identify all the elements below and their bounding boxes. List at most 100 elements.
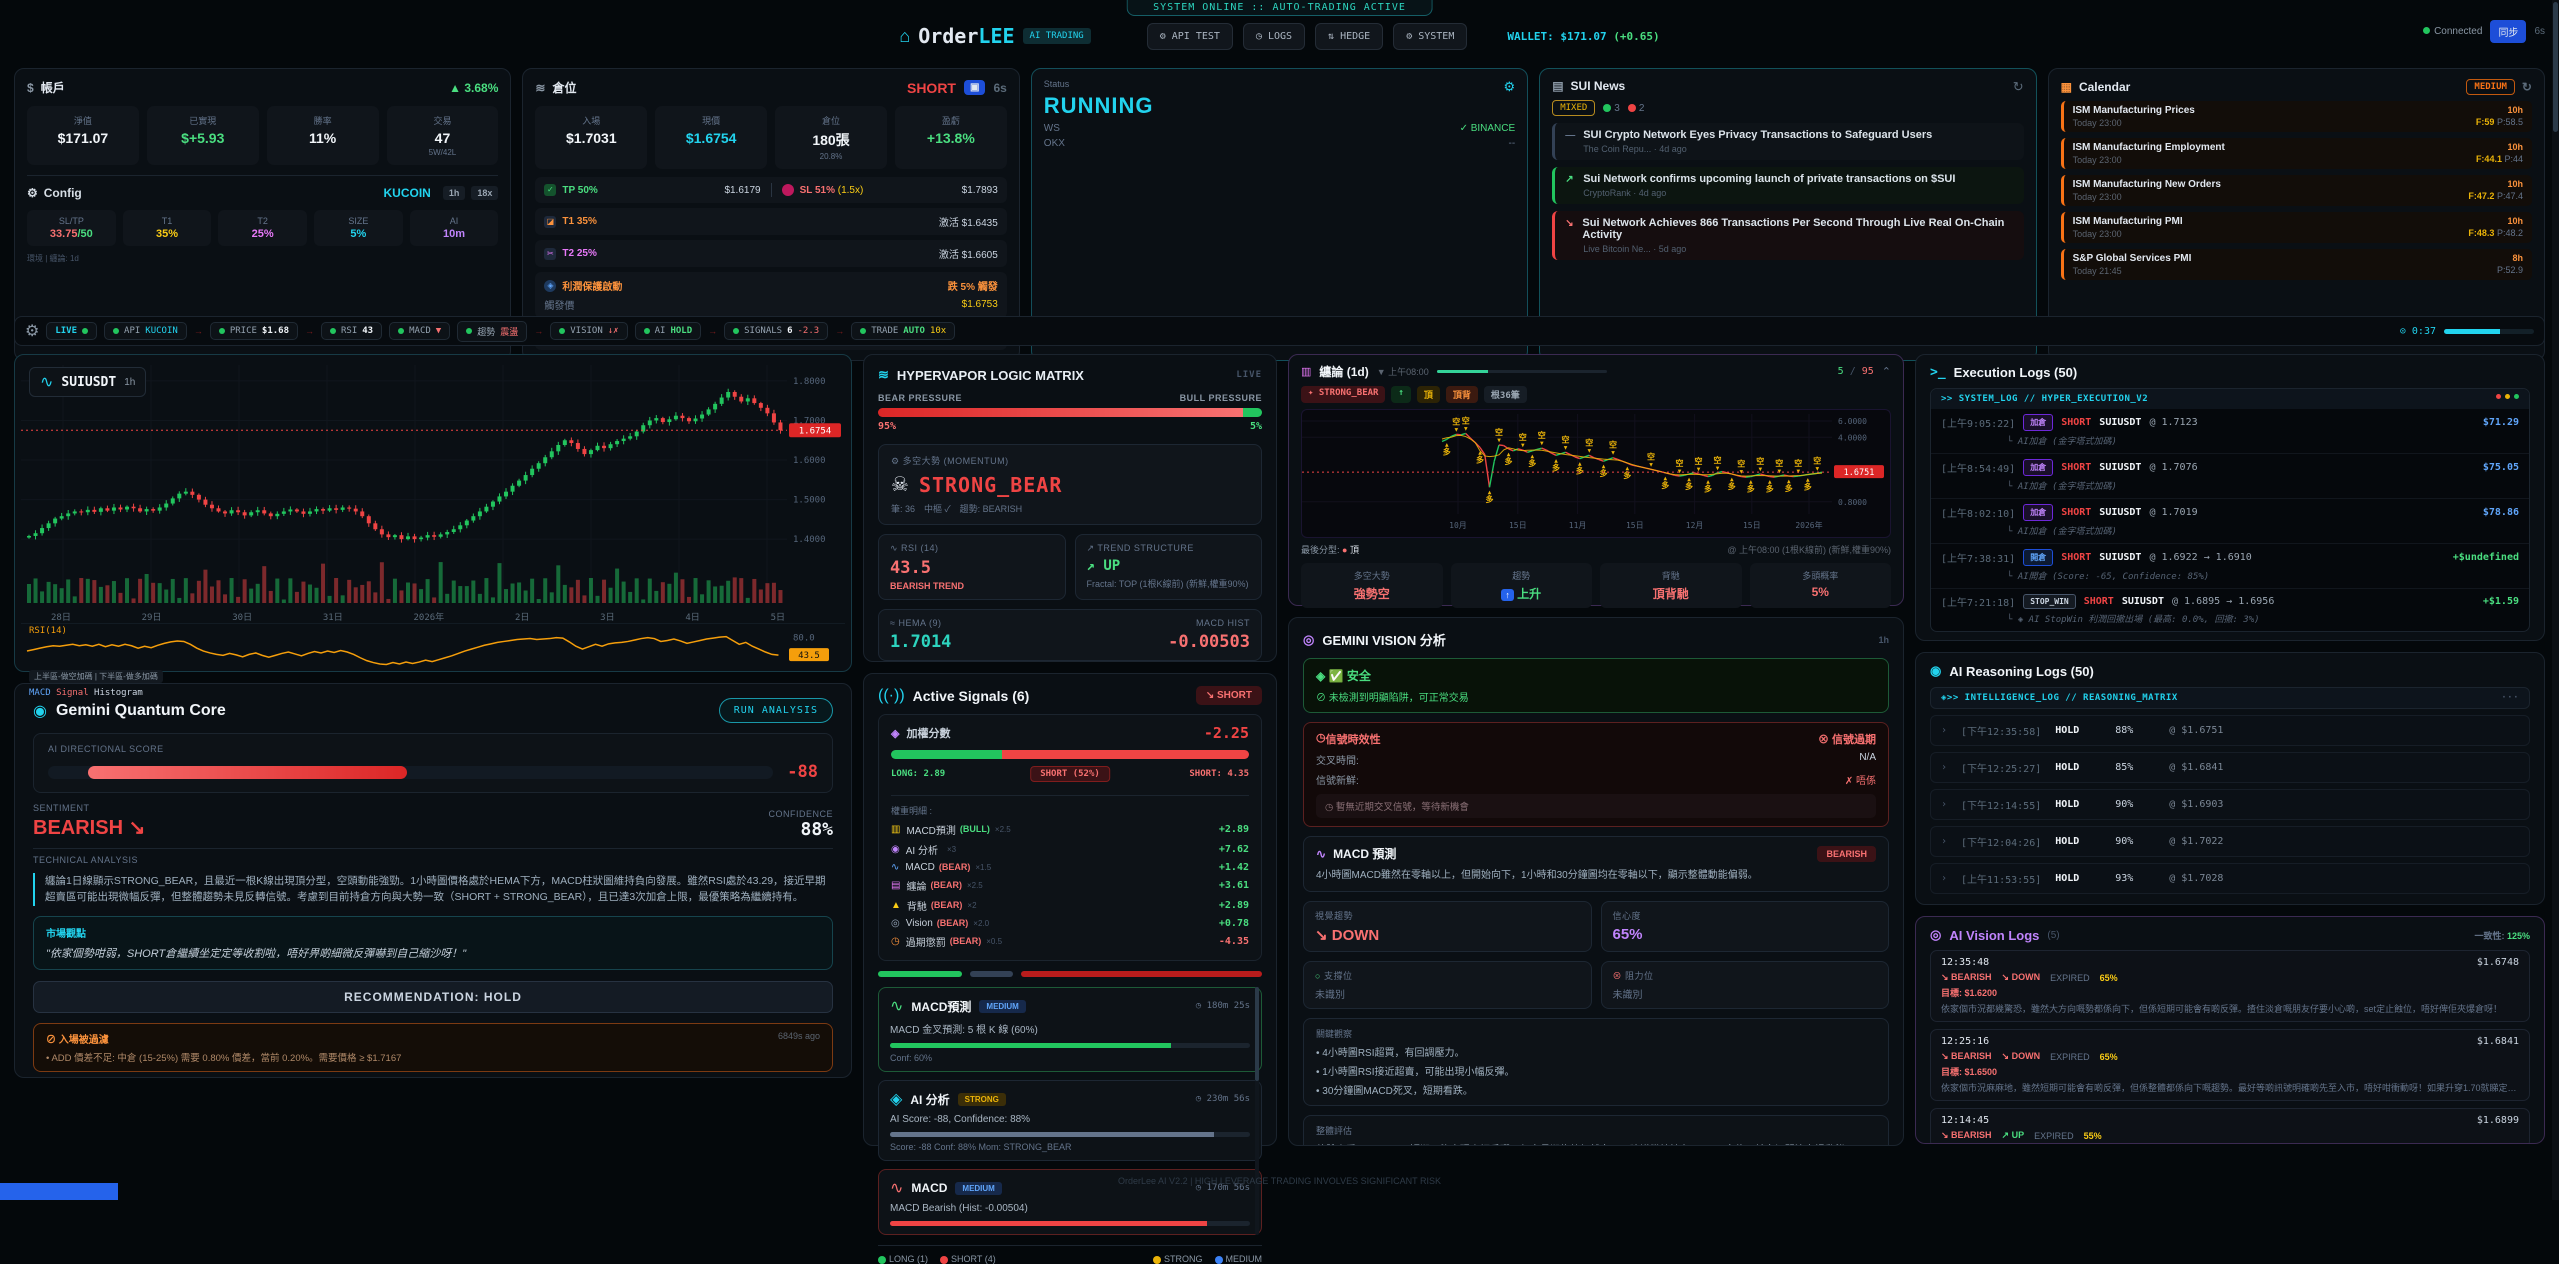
api-chip[interactable]: APIKUCOIN (104, 322, 187, 340)
macd-prediction-box: ∿MACD 預測BEARISH 4小時圖MACD雖然在零軸以上，但開始向下，1小… (1303, 836, 1889, 892)
calendar-event[interactable]: ISM Manufacturing EmploymentToday 23:00 … (2061, 138, 2532, 169)
consistency-stat: 一致性: 125% (2474, 929, 2530, 942)
taskbar-fragment[interactable] (0, 1183, 118, 1200)
svg-text:12月: 12月 (1686, 521, 1704, 530)
execution-log-row[interactable]: [上午8:54:49]加倉SHORTSUIUSDT@ 1.7076$75.05 … (1931, 454, 2529, 499)
system-button[interactable]: ⚙SYSTEM (1393, 23, 1467, 50)
svg-text:▼: ▼ (1777, 468, 1781, 475)
status-gear-icon[interactable]: ⚙ (1504, 79, 1516, 95)
timeframe-badge[interactable]: 1h (443, 186, 466, 200)
t2-config: T225% (218, 210, 307, 246)
tp-sl-row: ✓TP 50%$1.6179 SL 51% (1.5x)$1.7893 (535, 177, 1006, 203)
trade-chip[interactable]: TRADEAUTO10x (851, 322, 955, 340)
chan-chart[interactable]: 10月15日11月15日12月15日2026年6.00004.00000.800… (1302, 410, 1890, 532)
signal-card[interactable]: ∿MACD預測MEDIUM◷ 180m 25s MACD 金叉預測: 5 根 K… (878, 987, 1262, 1072)
reasoning-log-row[interactable]: ›[下午12:25:27]HOLD85%@ $1.6841 (1930, 752, 2530, 783)
svg-text:▲: ▲ (1749, 479, 1753, 486)
news-refresh-icon[interactable]: ↻ (2013, 79, 2024, 95)
support-icon: ○ (1315, 971, 1324, 981)
chan-progress-bar (1437, 370, 1607, 373)
svg-text:空: 空 (1737, 459, 1745, 469)
green-dot-icon (1603, 104, 1611, 112)
signals-scrollbar[interactable] (1255, 987, 1259, 1235)
weight-row: ▲背馳(BEAR)×2+2.89 (891, 895, 1249, 915)
app-logo: ⌂ OrderLEE AI TRADING (899, 24, 1090, 48)
momentum-sub: 筆: 36 中樞 ✓ 趨勢: BEARISH (891, 502, 1249, 515)
confidence-value: 88% (768, 819, 833, 840)
price-chip[interactable]: PRICE$1.68 (210, 322, 298, 340)
svg-text:▼: ▼ (1649, 461, 1653, 468)
calendar-event[interactable]: S&P Global Services PMIToday 21:45 8h P:… (2061, 249, 2532, 280)
svg-text:▼: ▼ (1464, 425, 1468, 432)
logs-button[interactable]: ◷LOGS (1243, 23, 1305, 50)
page-scrollbar[interactable] (2552, 0, 2559, 1200)
reasoning-log-row[interactable]: ›[下午12:04:26]HOLD90%@ $1.7022 (1930, 826, 2530, 857)
last-fractal: 最後分型: ● 頂 (1301, 543, 1359, 556)
reasoning-log-row[interactable]: ›[下午12:14:55]HOLD90%@ $1.6903 (1930, 789, 2530, 820)
svg-text:1.6000: 1.6000 (793, 456, 826, 466)
svg-text:▲: ▲ (1507, 451, 1511, 458)
api-test-button[interactable]: ⚙API TEST (1147, 23, 1233, 50)
weight-row: ∿MACD(BEAR)×1.5+1.42 (891, 859, 1249, 875)
calendar-event[interactable]: ISM Manufacturing PMIToday 23:00 10hF:48… (2061, 212, 2532, 243)
run-analysis-button[interactable]: RUN ANALYSIS (719, 698, 833, 723)
live-chip[interactable]: LIVE (46, 322, 97, 340)
more-dots-icon[interactable]: ··· (2501, 693, 2519, 703)
importance-badge: MEDIUM (2466, 79, 2515, 95)
pressure-bar (878, 408, 1262, 417)
gauge-icon: ⚙ (891, 456, 903, 466)
calendar-title: Calendar (2079, 80, 2130, 94)
trend-chip[interactable]: 趨勢震盪 (457, 321, 527, 342)
recommendation-bar[interactable]: RECOMMENDATION: HOLD (33, 981, 833, 1013)
calendar-event[interactable]: ISM Manufacturing PricesToday 23:00 10hF… (2061, 101, 2532, 132)
signals-chip[interactable]: SIGNALS6-2.3 (724, 322, 828, 340)
execution-log-row[interactable]: [上午8:02:10]加倉SHORTSUIUSDT@ 1.7019$78.86 … (1931, 499, 2529, 544)
signal-card[interactable]: ◈AI 分析STRONG◷ 230m 56s AI Score: -88, Co… (878, 1080, 1262, 1161)
winrate-stat: 勝率11% (267, 106, 379, 165)
ai-score-bar (48, 766, 773, 779)
candlestick-chart[interactable]: 1.80001.70001.60001.50001.40001.6754 (21, 359, 845, 605)
sync-button[interactable]: 同步 (2490, 20, 2526, 43)
rsi-box: ∿ RSI (14) 43.5 BEARISH TREND (878, 534, 1066, 600)
key-observations-box: 關鍵觀察 • 4小時圖RSI超買，有回調壓力。 • 1小時圖RSI接近超賣，可能… (1303, 1018, 1889, 1106)
news-item[interactable]: ↗Sui Network confirms upcoming launch of… (1552, 167, 2023, 204)
execution-log-row[interactable]: [上午7:38:31]開倉SHORTSUIUSDT@ 1.6922 → 1.69… (1931, 544, 2529, 589)
calendar-event[interactable]: ISM Manufacturing New OrdersToday 23:00 … (2061, 175, 2532, 206)
execution-log-row[interactable]: [上午7:21:18]STOP_WINSHORTSUIUSDT@ 1.6895 … (1931, 589, 2529, 631)
news-item[interactable]: ↘Sui Network Achieves 866 Transactions P… (1552, 211, 2023, 260)
svg-text:空: 空 (1562, 434, 1570, 444)
hedge-button[interactable]: ⇅HEDGE (1315, 23, 1383, 50)
leverage-badge[interactable]: 18x (471, 186, 498, 200)
chan-probability-stat: 多頭概率5% (1750, 563, 1892, 608)
calendar-refresh-icon[interactable]: ↻ (2522, 80, 2532, 94)
svg-text:80.0: 80.0 (793, 634, 815, 644)
chan-top-badge: 頂 (1417, 386, 1440, 403)
symbol-chip[interactable]: ∿ SUIUSDT 1h (29, 367, 146, 397)
collapse-chevron-icon[interactable]: ⌃ (1882, 365, 1891, 378)
calendar-icon: ▦ (2061, 80, 2072, 94)
execution-log-row[interactable]: [上午9:05:22]加倉SHORTSUIUSDT@ 1.7123$71.29 … (1931, 409, 2529, 454)
news-item[interactable]: —SUI Crypto Network Eyes Privacy Transac… (1552, 123, 2023, 160)
vision-log-item[interactable]: 12:14:45$1.6899 ↘ BEARISH↗ UPEXPIRED55% (1930, 1108, 2530, 1144)
macd-chip[interactable]: MACD▼ (389, 322, 450, 340)
position-sync-timer: 6s (993, 81, 1006, 95)
cycle-progress[interactable] (2444, 329, 2534, 334)
vision-log-item[interactable]: 12:35:48$1.6748 ↘ BEARISH↘ DOWNEXPIRED65… (1930, 950, 2530, 1022)
reasoning-log-row[interactable]: ›[上午11:53:55]HOLD93%@ $1.7028 (1930, 863, 2530, 894)
position-sync-button[interactable]: ▣ (964, 80, 985, 95)
svg-text:▲: ▲ (1488, 489, 1492, 496)
pulse-icon: ∿ (1316, 847, 1326, 861)
svg-text:▼: ▼ (1540, 440, 1544, 447)
vision-log-item[interactable]: 12:25:16$1.6841 ↘ BEARISH↘ DOWNEXPIRED65… (1930, 1029, 2530, 1101)
svg-text:空: 空 (1775, 458, 1783, 468)
weight-row: ◎Vision(BEAR)×2.0+0.78 (891, 915, 1249, 931)
trend-down-icon: ↘ (1565, 218, 1575, 229)
reasoning-log-row[interactable]: ›[下午12:35:58]HOLD88%@ $1.6751 (1930, 715, 2530, 746)
toolbar-gear-icon[interactable]: ⚙ (25, 321, 39, 341)
svg-text:▼: ▼ (1497, 437, 1501, 444)
rsi-chip[interactable]: RSI43 (321, 322, 382, 340)
bull-pct: 5% (1250, 421, 1262, 432)
long-score: LONG: 2.89 (891, 769, 945, 779)
ai-chip[interactable]: AIHOLD (635, 322, 702, 340)
vision-chip[interactable]: VISION↓✗ (550, 322, 627, 340)
